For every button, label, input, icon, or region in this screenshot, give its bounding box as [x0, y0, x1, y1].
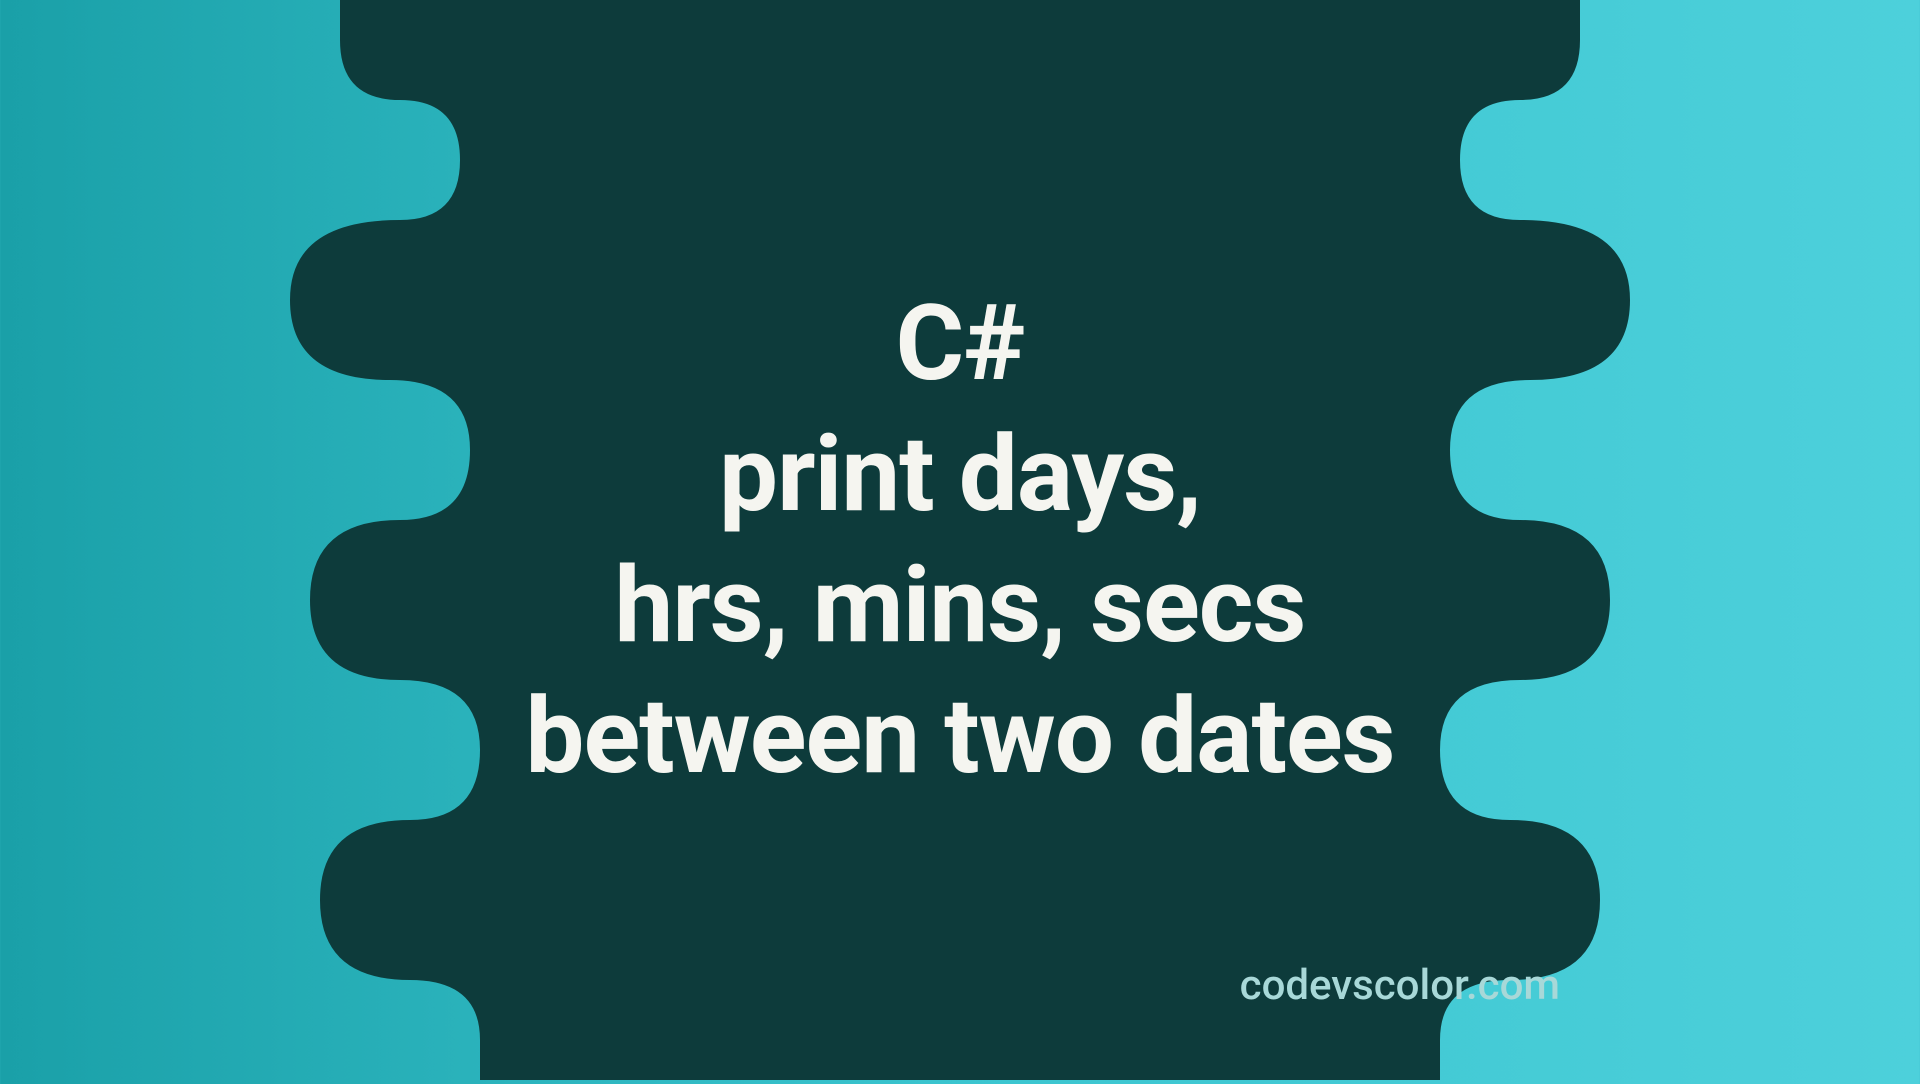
title-line-3: hrs, mins, secs: [525, 540, 1394, 671]
content-area: C# print days, hrs, mins, secs between t…: [0, 0, 1920, 1080]
title-line-4: between two dates: [525, 671, 1394, 802]
watermark: codevscolor.com: [1240, 961, 1560, 1010]
title-line-1: C#: [525, 278, 1394, 409]
title-line-2: print days,: [525, 409, 1394, 540]
title-block: C# print days, hrs, mins, secs between t…: [525, 278, 1394, 803]
